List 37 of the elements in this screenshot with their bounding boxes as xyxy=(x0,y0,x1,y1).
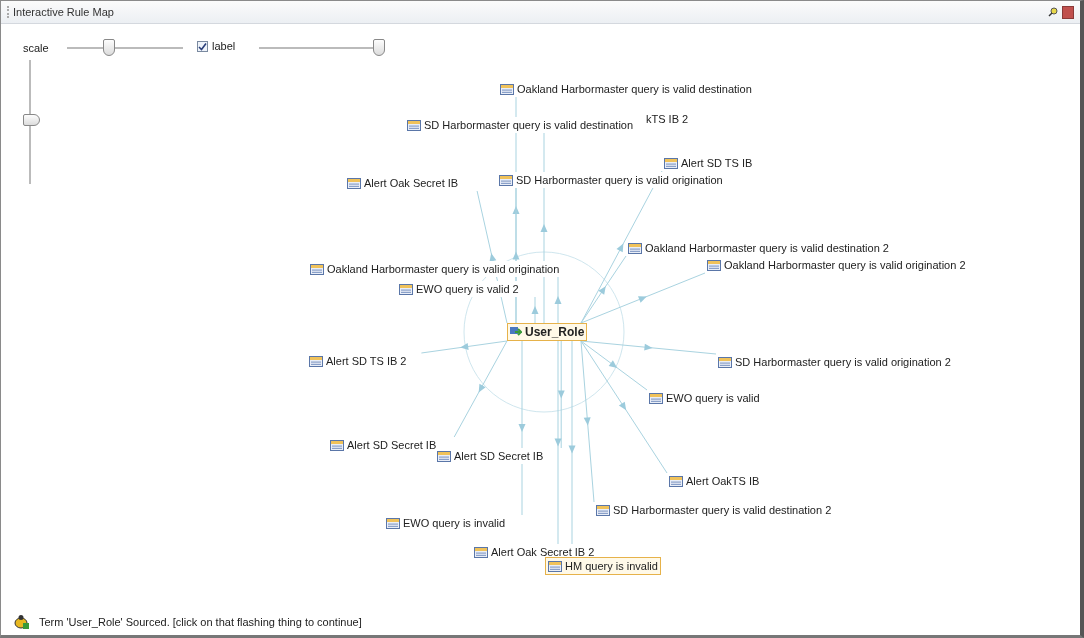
node-label: SD Harbormaster query is valid origination xyxy=(516,174,723,186)
node-label: Oakland Harbormaster query is valid destination xyxy=(517,83,752,95)
node-label: Alert Oak Secret IB xyxy=(364,177,459,189)
edge-arrow xyxy=(554,276,562,324)
node-label: Alert Oak Secret IB 2 xyxy=(491,546,595,558)
close-button[interactable] xyxy=(1062,5,1074,19)
slider-thumb[interactable] xyxy=(373,39,386,56)
node-label: Alert SD Secret IB xyxy=(347,439,437,451)
node-label: EWO query is invalid xyxy=(403,517,506,529)
checkbox[interactable] xyxy=(197,40,208,52)
node-label: User_Role xyxy=(525,325,585,339)
node-label: SD Harbormaster query is valid destination 2 xyxy=(613,504,832,516)
node-label: SD Harbormaster query is valid origination 2 xyxy=(735,356,951,368)
window-title: Interactive Rule Map xyxy=(7,6,1048,18)
slider[interactable] xyxy=(259,39,383,56)
node-label: Alert SD TS IB 2 xyxy=(326,355,407,367)
node-label: Alert SD TS IB xyxy=(681,157,753,169)
node-label: Oakland Harbormaster query is valid destination 2 xyxy=(645,242,889,254)
node-label: HM query is invalid xyxy=(565,560,658,572)
node-label: Oakland Harbormaster query is valid origination xyxy=(327,263,560,275)
node-label: EWO query is valid xyxy=(666,392,760,404)
slider[interactable] xyxy=(67,39,183,56)
slider-thumb[interactable] xyxy=(23,113,40,126)
bug-icon xyxy=(13,614,31,630)
slider-thumb[interactable] xyxy=(102,39,115,56)
checkbox-label: label xyxy=(212,40,236,52)
status-message: Term 'User_Role' Sourced. [click on that flashing thing to continue] xyxy=(39,616,362,628)
center-node[interactable]: User_Role xyxy=(507,323,588,341)
node-label: SD Harbormaster query is valid destination xyxy=(424,119,634,131)
node-label: Alert OakTS IB xyxy=(686,475,760,487)
scale-label: scale xyxy=(23,42,49,54)
node-label: Alert SD Secret IB xyxy=(454,450,544,462)
rule-node[interactable]: kTS IB 2 xyxy=(644,111,691,127)
term-icon xyxy=(510,326,522,338)
node-label: EWO query is valid 2 xyxy=(416,283,519,295)
slider[interactable] xyxy=(23,60,40,184)
node-label: Oakland Harbormaster query is valid origination 2 xyxy=(724,259,966,271)
